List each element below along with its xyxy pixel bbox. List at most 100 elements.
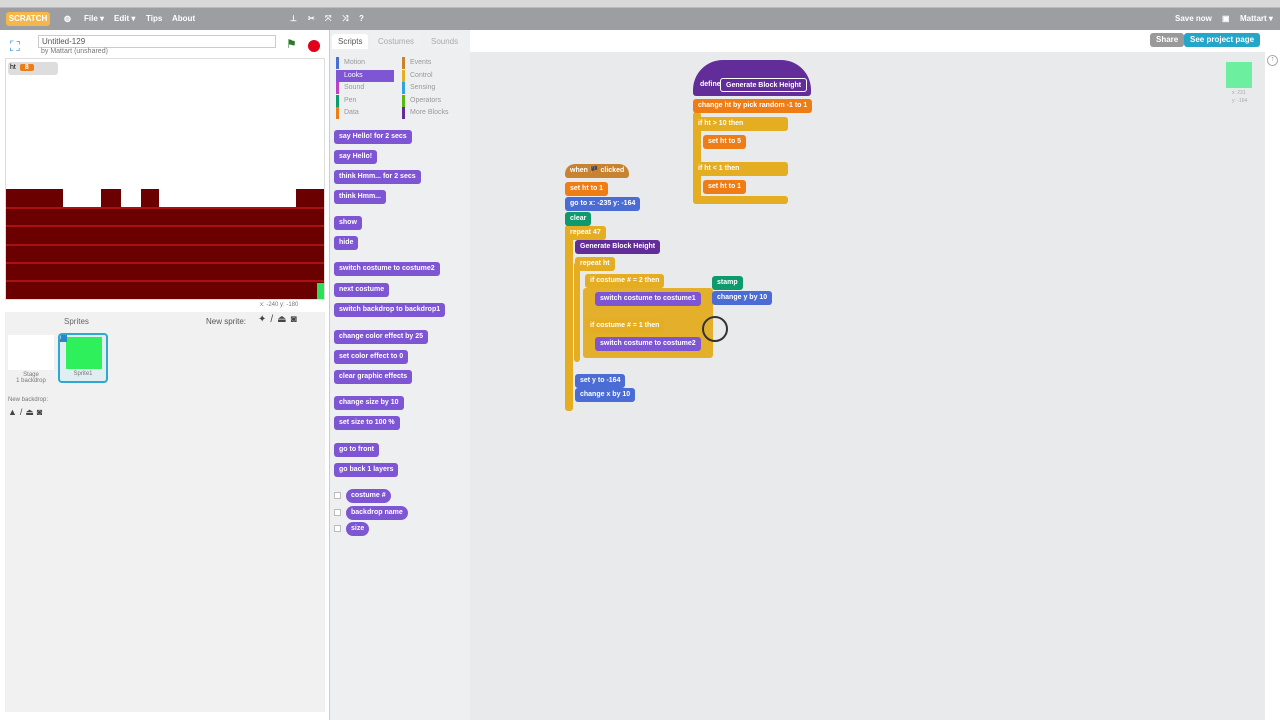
palette-block[interactable]: show — [334, 216, 362, 230]
new-sprite-label: New sprite: — [206, 317, 247, 326]
category-control[interactable]: Control — [402, 69, 460, 82]
palette-block[interactable]: clear graphic effects — [334, 370, 413, 384]
green-flag-icon[interactable]: ⚑ — [286, 37, 297, 51]
category-looks[interactable]: Looks — [336, 69, 394, 82]
menu-bar: SCRATCH ◍ File ▾ Edit ▾ Tips About ⊥ ✂ ⤧… — [0, 8, 1280, 30]
menu-about[interactable]: About — [172, 14, 195, 23]
set-variable-block[interactable]: set ht to 5 — [703, 135, 747, 149]
help-icon[interactable]: ? — [359, 14, 364, 23]
change-x-block[interactable]: change x by 10 — [575, 388, 636, 402]
grow-icon[interactable]: ⤧ — [325, 14, 331, 24]
cursor-highlight — [702, 316, 728, 342]
globe-icon[interactable]: ◍ — [64, 14, 71, 23]
set-variable-block[interactable]: set ht to 1 — [565, 182, 609, 196]
menu-file[interactable]: File ▾ — [84, 14, 104, 23]
palette-block[interactable]: set color effect to 0 — [334, 350, 409, 364]
switch-costume-block[interactable]: switch costume to costume1 — [595, 292, 701, 306]
clear-block[interactable]: clear — [565, 212, 592, 226]
scratch-logo[interactable]: SCRATCH — [6, 12, 50, 26]
category-sensing[interactable]: Sensing — [402, 82, 460, 94]
palette-block[interactable]: switch backdrop to backdrop1 — [334, 303, 446, 317]
sprites-header: Sprites — [64, 317, 89, 326]
palette-block[interactable]: change size by 10 — [334, 396, 404, 410]
scroll-up-icon[interactable]: ↑ — [1267, 55, 1278, 66]
reporter-checkbox[interactable] — [334, 525, 341, 532]
palette-block[interactable]: go to front — [334, 443, 379, 457]
folder-icon[interactable]: ▣ — [1222, 14, 1230, 23]
stamp-column — [296, 189, 324, 209]
sprite-y: y: -164 — [1232, 98, 1248, 104]
palette-block[interactable]: costume # — [346, 489, 391, 503]
project-title-input[interactable]: Untitled-129 — [38, 35, 276, 48]
palette-block[interactable]: switch costume to costume2 — [334, 262, 440, 276]
palette-block[interactable]: say Hello! for 2 secs — [334, 130, 412, 144]
duplicate-icon[interactable]: ⊥ — [290, 14, 297, 23]
stamp-column — [141, 189, 159, 209]
palette-block[interactable]: backdrop name — [346, 506, 408, 520]
project-author: by Mattart (unshared) — [41, 48, 108, 55]
palette-block[interactable]: next costume — [334, 283, 390, 297]
repeat-block[interactable]: repeat ht — [575, 257, 615, 271]
if-block[interactable]: if ht > 10 then — [693, 117, 788, 131]
palette-block[interactable]: go back 1 layers — [334, 463, 399, 477]
generate-block-height-call[interactable]: Generate Block Height — [575, 240, 661, 254]
when-flag-clicked-hat[interactable]: when 🏴 clicked — [565, 164, 630, 178]
category-events[interactable]: Events — [402, 57, 460, 69]
if-block[interactable]: if costume # = 2 then — [585, 274, 665, 288]
define-name: Generate Block Height — [720, 78, 808, 92]
user-menu[interactable]: Mattart ▾ — [1240, 14, 1273, 23]
stage-thumbnail[interactable] — [8, 335, 54, 370]
mouse-coords: x: -240 y: -180 — [260, 302, 299, 308]
set-variable-block[interactable]: set ht to 1 — [703, 180, 747, 194]
repeat-block[interactable]: repeat 47 — [565, 226, 606, 240]
choose-sprite-icon: ✦ — [258, 314, 271, 325]
save-now-link[interactable]: Save now — [1175, 14, 1212, 23]
menu-edit[interactable]: Edit ▾ — [114, 14, 135, 23]
reporter-checkbox[interactable] — [334, 492, 341, 499]
upload-icon: ⏏ — [277, 314, 291, 325]
presentation-mode-icon[interactable]: ⛶ — [10, 38, 30, 54]
sprite-thumbnail[interactable]: i Sprite1 — [58, 333, 108, 383]
if-block[interactable]: if ht < 1 then — [693, 162, 788, 176]
category-motion[interactable]: Motion — [336, 57, 394, 69]
info-icon: i — [60, 335, 67, 342]
go-to-xy-block[interactable]: go to x: -235 y: -164 — [565, 197, 641, 211]
palette-block[interactable]: change color effect by 25 — [334, 330, 429, 344]
new-backdrop-icons[interactable]: ▲/⏏◙ — [8, 407, 45, 418]
category-more-blocks[interactable]: More Blocks — [402, 107, 460, 119]
palette-block[interactable]: think Hmm... for 2 secs — [334, 170, 421, 184]
category-operators[interactable]: Operators — [402, 94, 460, 107]
delete-icon[interactable]: ✂ — [308, 14, 315, 23]
change-variable-block[interactable]: change ht by pick random -1 to 1 — [693, 99, 813, 113]
change-y-block[interactable]: change y by 10 — [712, 291, 773, 305]
share-button[interactable]: Share — [1150, 33, 1185, 47]
sprite-x: x: 231 — [1232, 90, 1246, 96]
category-pen[interactable]: Pen — [336, 94, 394, 107]
shrink-icon[interactable]: ⤨ — [342, 14, 348, 24]
palette-block[interactable]: size — [346, 522, 370, 536]
palette-block[interactable]: hide — [334, 236, 359, 250]
tab-costumes[interactable]: Costumes — [372, 34, 421, 49]
if-block[interactable]: if costume # = 1 then — [585, 319, 665, 333]
menu-tips[interactable]: Tips — [146, 14, 162, 23]
category-data[interactable]: Data — [336, 107, 394, 119]
switch-costume-block[interactable]: switch costume to costume2 — [595, 337, 701, 351]
variable-monitor: ht 8 — [8, 62, 58, 75]
see-project-page-button[interactable]: See project page — [1184, 33, 1261, 47]
new-backdrop-label: New backdrop: — [8, 397, 49, 403]
set-y-block[interactable]: set y to -164 — [575, 374, 626, 388]
category-sound[interactable]: Sound — [336, 82, 394, 94]
tab-scripts[interactable]: Scripts — [332, 34, 369, 49]
sprite-name: Sprite1 — [73, 371, 93, 377]
reporter-checkbox[interactable] — [334, 509, 341, 516]
sprite-on-stage[interactable] — [317, 283, 324, 299]
palette-block[interactable]: say Hello! — [334, 150, 378, 164]
camera-icon: ◙ — [290, 314, 301, 325]
palette-block[interactable]: set size to 100 % — [334, 416, 400, 430]
tab-sounds[interactable]: Sounds — [425, 34, 465, 49]
stage-canvas[interactable] — [5, 58, 325, 300]
new-sprite-icons[interactable]: ✦/⏏◙ — [258, 314, 301, 325]
stop-icon[interactable] — [308, 40, 320, 52]
palette-block[interactable]: think Hmm... — [334, 190, 387, 204]
stamp-block[interactable]: stamp — [712, 276, 743, 290]
